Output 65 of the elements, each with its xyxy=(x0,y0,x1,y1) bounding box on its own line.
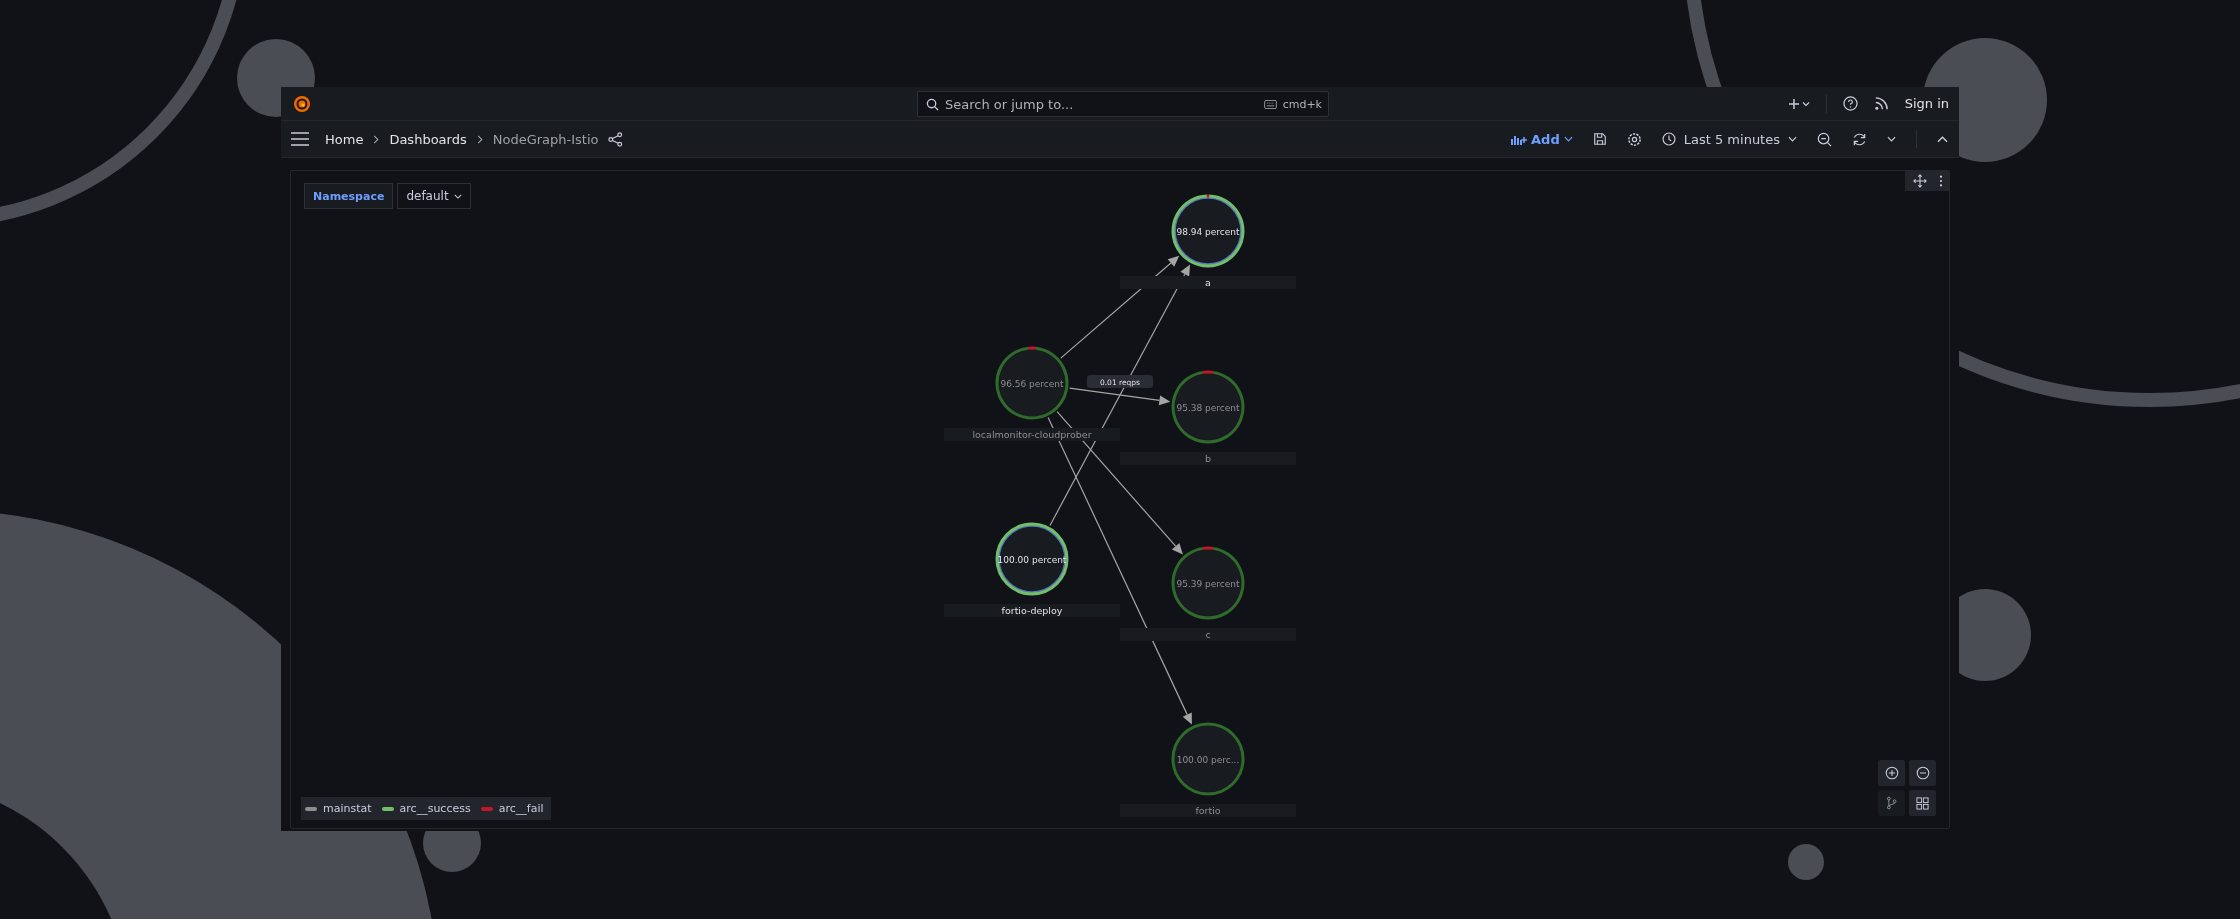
breadcrumb-link[interactable]: Home xyxy=(325,131,364,147)
new-menu-button[interactable] xyxy=(1787,97,1810,110)
rss-icon[interactable] xyxy=(1873,96,1889,111)
clock-icon xyxy=(1661,132,1676,146)
search-input[interactable]: Search or jump to... xyxy=(945,96,1258,112)
grid-layout-button[interactable] xyxy=(1909,790,1936,816)
caret-icon xyxy=(453,193,462,199)
breadcrumb-link[interactable]: Dashboards xyxy=(389,131,467,147)
caret-icon[interactable] xyxy=(1887,136,1896,142)
chevron-icon xyxy=(476,134,483,144)
save-icon[interactable] xyxy=(1592,132,1607,146)
node-stat: 100.00 perc... xyxy=(1176,754,1240,765)
graph-node[interactable] xyxy=(1171,546,1245,620)
graph-layout-button[interactable] xyxy=(1878,790,1905,816)
graph-node[interactable] xyxy=(1171,370,1245,444)
zoom-out-icon[interactable] xyxy=(1817,131,1832,147)
graph-node[interactable] xyxy=(1171,194,1245,268)
node-label: localmonitor-cloudprober xyxy=(944,428,1120,441)
caret-icon xyxy=(1563,136,1573,142)
node-stat: 95.38 percent xyxy=(1176,402,1240,413)
zoom-out-icon xyxy=(1915,766,1930,780)
share-icon[interactable] xyxy=(608,131,624,147)
settings-icon[interactable] xyxy=(1626,131,1642,147)
help-icon[interactable] xyxy=(1842,96,1858,111)
move-icon[interactable] xyxy=(1913,174,1927,188)
branch-icon xyxy=(1886,796,1897,810)
sign-in-link[interactable]: Sign in xyxy=(1904,96,1949,111)
edge-arrow[interactable] xyxy=(1069,387,1171,406)
variable-label: Namespace xyxy=(304,183,394,209)
zoom-out-button[interactable] xyxy=(1909,760,1936,786)
decorative-circle xyxy=(1788,844,1824,880)
breadcrumb-link[interactable]: NodeGraph-Istio xyxy=(492,131,599,147)
time-range-picker[interactable]: Last 5 minutes xyxy=(1661,131,1797,147)
graph-node[interactable] xyxy=(995,522,1069,596)
collapse-icon[interactable] xyxy=(1937,135,1948,143)
chart-plus-icon xyxy=(1511,133,1528,145)
chevron-icon xyxy=(373,134,380,144)
node-label: fortio xyxy=(1120,804,1296,817)
search-field[interactable]: Search or jump to... cmd+k xyxy=(917,91,1329,117)
graph-node[interactable] xyxy=(995,346,1069,420)
node-label: b xyxy=(1120,452,1296,465)
variable-select[interactable]: default xyxy=(397,183,471,209)
node-label: a xyxy=(1120,276,1296,289)
node-stat: 95.39 percent xyxy=(1176,578,1240,589)
grid-icon xyxy=(1916,796,1929,810)
shortcut-hint: cmd+k xyxy=(1282,97,1322,111)
zoom-in-icon xyxy=(1884,766,1899,780)
logo-icon[interactable] xyxy=(292,93,312,114)
node-label: c xyxy=(1120,628,1296,641)
graph-node[interactable] xyxy=(1171,722,1245,796)
keyboard-icon xyxy=(1263,99,1277,109)
edge-arrow[interactable] xyxy=(1060,255,1180,359)
menu-icon[interactable] xyxy=(291,132,309,146)
node-stat: 96.56 percent xyxy=(1000,378,1064,389)
node-label: fortio-deploy xyxy=(944,604,1120,617)
legend-label: arc__success xyxy=(399,802,471,815)
legend-label: mainstat xyxy=(323,802,372,815)
add-button[interactable]: Add xyxy=(1511,131,1573,147)
refresh-icon[interactable] xyxy=(1852,131,1867,147)
zoom-in-button[interactable] xyxy=(1878,760,1905,786)
caret-icon xyxy=(1788,136,1797,142)
legend-label: arc__fail xyxy=(498,802,544,815)
search-icon xyxy=(926,97,939,111)
more-icon[interactable] xyxy=(1939,175,1943,187)
node-stat: 98.94 percent xyxy=(1176,226,1240,237)
